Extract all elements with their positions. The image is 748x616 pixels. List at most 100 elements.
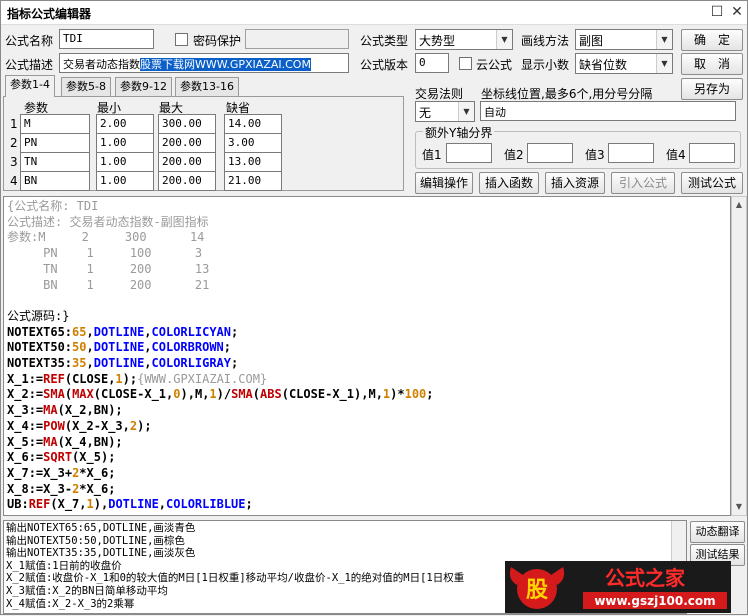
param-max-input[interactable]: 200.00 [158, 152, 216, 172]
param-default-input[interactable]: 14.00 [224, 114, 282, 134]
formula-desc-input[interactable]: 交易者动态指数股票下载网WWW.GPXIAZAI.COM [59, 53, 349, 73]
param-max-input[interactable]: 200.00 [158, 133, 216, 153]
desc-selected-text: 股票下载网WWW.GPXIAZAI.COM [140, 58, 311, 71]
insert-resource-button[interactable]: 插入资源 [545, 172, 605, 194]
param-name-input[interactable]: PN [20, 133, 90, 153]
param-max-input[interactable]: 200.00 [158, 171, 216, 191]
test-formula-button[interactable]: 测试公式 [681, 172, 743, 194]
y-value-2-input[interactable] [527, 143, 573, 163]
formula-type-label: 公式类型 [360, 34, 409, 48]
save-as-button[interactable]: 另存为 [681, 78, 743, 100]
code-line: X_8:=X_3-2*X_6; [7, 481, 116, 496]
y-value-3-label: 值3 [585, 148, 605, 162]
code-line: 参数:M 2 300 14 [7, 230, 205, 245]
trade-rule-value: 无 [419, 106, 432, 120]
y-value-1-input[interactable] [446, 143, 492, 163]
trade-rule-select[interactable]: 无 ▼ [415, 101, 475, 122]
param-row-index: 4 [10, 174, 18, 188]
param-min-input[interactable]: 1.00 [96, 152, 154, 172]
code-line: NOTEXT35:35,DOTLINE,COLORLIGRAY; [7, 356, 239, 370]
param-default-input[interactable]: 21.00 [224, 171, 282, 191]
code-line: X_1:=REF(CLOSE,1);{WWW.GPXIAZAI.COM} [7, 371, 268, 386]
param-default-input[interactable]: 13.00 [224, 152, 282, 172]
param-name-input[interactable]: TN [20, 152, 90, 172]
cancel-button[interactable]: 取 消 [681, 53, 743, 75]
param-min-input[interactable]: 2.00 [96, 114, 154, 134]
password-checkbox[interactable] [175, 33, 188, 46]
logo-char: 股 [526, 578, 548, 603]
param-min-input[interactable]: 1.00 [96, 133, 154, 153]
code-line: 公式源码:} [7, 308, 70, 323]
coord-line-input[interactable]: 自动 [480, 101, 736, 121]
scroll-down-icon[interactable]: ▼ [732, 499, 746, 515]
param-default-input[interactable]: 3.00 [224, 133, 282, 153]
code-line: NOTEXT65:65,DOTLINE,COLORLICYAN; [7, 324, 239, 339]
param-row-index: 3 [10, 155, 18, 169]
y-value-4-input[interactable] [689, 143, 735, 163]
draw-method-select[interactable]: 副图 ▼ [575, 29, 673, 50]
output-line: 输出NOTEXT50:50,DOTLINE,画棕色 [6, 534, 185, 547]
code-line: PN 1 100 3 [7, 246, 203, 261]
tab-params-9-12[interactable]: 参数9-12 [115, 77, 172, 97]
output-line: X_4赋值:X_2-X_3的2乘幂 [6, 597, 135, 610]
decimal-label: 显示小数 [521, 58, 570, 72]
edit-operation-button[interactable]: 编辑操作 [415, 172, 473, 194]
output-line: X_2赋值:收盘价-X_1和0的较大值的M日[1日权重]移动平均/收盘价-X_1… [6, 572, 465, 585]
y-value-1-label: 值1 [422, 148, 442, 162]
chevron-down-icon: ▼ [656, 54, 672, 73]
title-bar: 指标公式编辑器 ☐ ✕ [1, 1, 747, 25]
code-line: NOTEXT50:50,DOTLINE,COLORBROWN; [7, 340, 232, 355]
scroll-up-icon[interactable]: ▲ [732, 197, 746, 213]
param-name-input[interactable]: M [20, 114, 90, 134]
code-line: X_5:=MA(X_4,BN); [7, 434, 123, 449]
insert-function-button[interactable]: 插入函数 [479, 172, 539, 194]
formula-type-select[interactable]: 大势型 ▼ [415, 29, 513, 50]
formula-version-input[interactable]: 0 [415, 53, 449, 73]
code-line: X_7:=X_3+2*X_6; [7, 465, 116, 480]
coord-line-label: 坐标线位置,最多6个,用分号分隔 [481, 87, 653, 101]
formula-editor-window: 指标公式编辑器 ☐ ✕ 公式名称 TDI 密码保护 公式类型 大势型 ▼ 画线方… [0, 0, 748, 615]
site-logo: 股 公式之家 www.gszj100.com [505, 561, 731, 613]
logo-text: 公式之家 [605, 566, 686, 590]
tab-params-5-8[interactable]: 参数5-8 [61, 77, 111, 97]
tab-params-13-16[interactable]: 参数13-16 [175, 77, 239, 97]
output-line: 输出NOTEXT65:65,DOTLINE,画淡青色 [6, 522, 196, 534]
desc-plain-text: 交易者动态指数 [63, 58, 140, 71]
code-line: X_2:=SMA(MAX(CLOSE-X_1,0),M,1)/SMA(ABS(C… [7, 387, 434, 402]
code-line: X_3:=MA(X_2,BN); [7, 403, 123, 418]
code-editor[interactable]: {公式名称: TDI 公式描述: 交易者动态指数-副图指标 参数:M 2 300 1… [3, 196, 731, 516]
ok-button[interactable]: 确 定 [681, 29, 743, 51]
close-icon[interactable]: ✕ [728, 4, 746, 22]
code-line: 公式描述: 交易者动态指数-副图指标 [7, 214, 209, 229]
code-scrollbar[interactable]: ▲ ▼ [731, 196, 747, 516]
y-value-4-label: 值4 [666, 148, 686, 162]
formula-version-label: 公式版本 [360, 58, 409, 72]
chevron-down-icon: ▼ [656, 30, 672, 49]
y-axis-label: 额外Y轴分界 [423, 124, 495, 141]
dynamic-translate-button[interactable]: 动态翻译 [690, 521, 745, 543]
decimal-value: 缺省位数 [579, 58, 628, 72]
y-value-3-input[interactable] [608, 143, 654, 163]
formula-name-input[interactable]: TDI [59, 29, 154, 49]
param-max-input[interactable]: 300.00 [158, 114, 216, 134]
password-label: 密码保护 [193, 34, 242, 48]
import-formula-button[interactable]: 引入公式 [611, 172, 675, 194]
param-row-index: 1 [10, 117, 18, 131]
maximize-icon[interactable]: ☐ [708, 4, 726, 22]
window-title: 指标公式编辑器 [7, 7, 92, 21]
code-line: TN 1 200 13 [7, 261, 210, 276]
param-min-input[interactable]: 1.00 [96, 171, 154, 191]
password-input[interactable] [245, 29, 349, 49]
tab-params-1-4[interactable]: 参数1-4 [5, 75, 55, 97]
cloud-formula-checkbox[interactable] [459, 57, 472, 70]
output-line: X_3赋值:X_2的BN日简单移动平均 [6, 585, 168, 597]
param-name-input[interactable]: BN [20, 171, 90, 191]
param-row-index: 2 [10, 136, 18, 150]
trade-rule-label: 交易法则 [415, 87, 464, 101]
draw-method-value: 副图 [579, 34, 604, 48]
decimal-select[interactable]: 缺省位数 ▼ [575, 53, 673, 74]
params-panel: 参数 最小 最大 缺省 1 M 2.00 300.00 14.00 2 PN 1… [3, 96, 404, 191]
chevron-down-icon: ▼ [496, 30, 512, 49]
code-line: {公式名称: TDI [7, 199, 99, 213]
